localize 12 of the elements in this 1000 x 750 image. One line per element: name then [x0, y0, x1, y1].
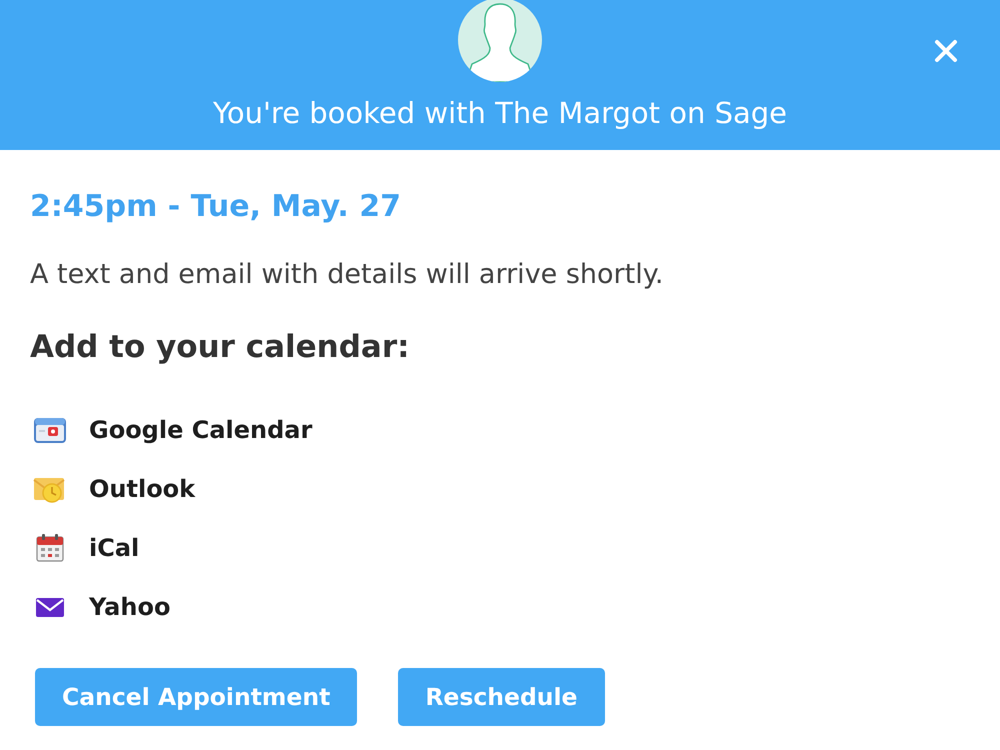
calendar-link[interactable]: Yahoo [89, 592, 170, 622]
appointment-time: 2:45pm - Tue, May. 27 [30, 189, 401, 225]
confirmation-note: A text and email with details will arrive shortly. [30, 260, 664, 290]
close-icon [934, 39, 958, 63]
calendar-heading: Add to your calendar: [30, 329, 410, 365]
calendar-icon [33, 415, 67, 445]
avatar-silhouette-icon [458, 0, 542, 82]
booking-title: You're booked with The Margot on Sage [212, 96, 788, 130]
close-button[interactable] [932, 37, 960, 65]
calendar-link[interactable]: iCal [89, 533, 140, 563]
calendar-link[interactable]: Outlook [89, 474, 196, 504]
calendar-link[interactable]: Google Calendar [89, 415, 312, 445]
